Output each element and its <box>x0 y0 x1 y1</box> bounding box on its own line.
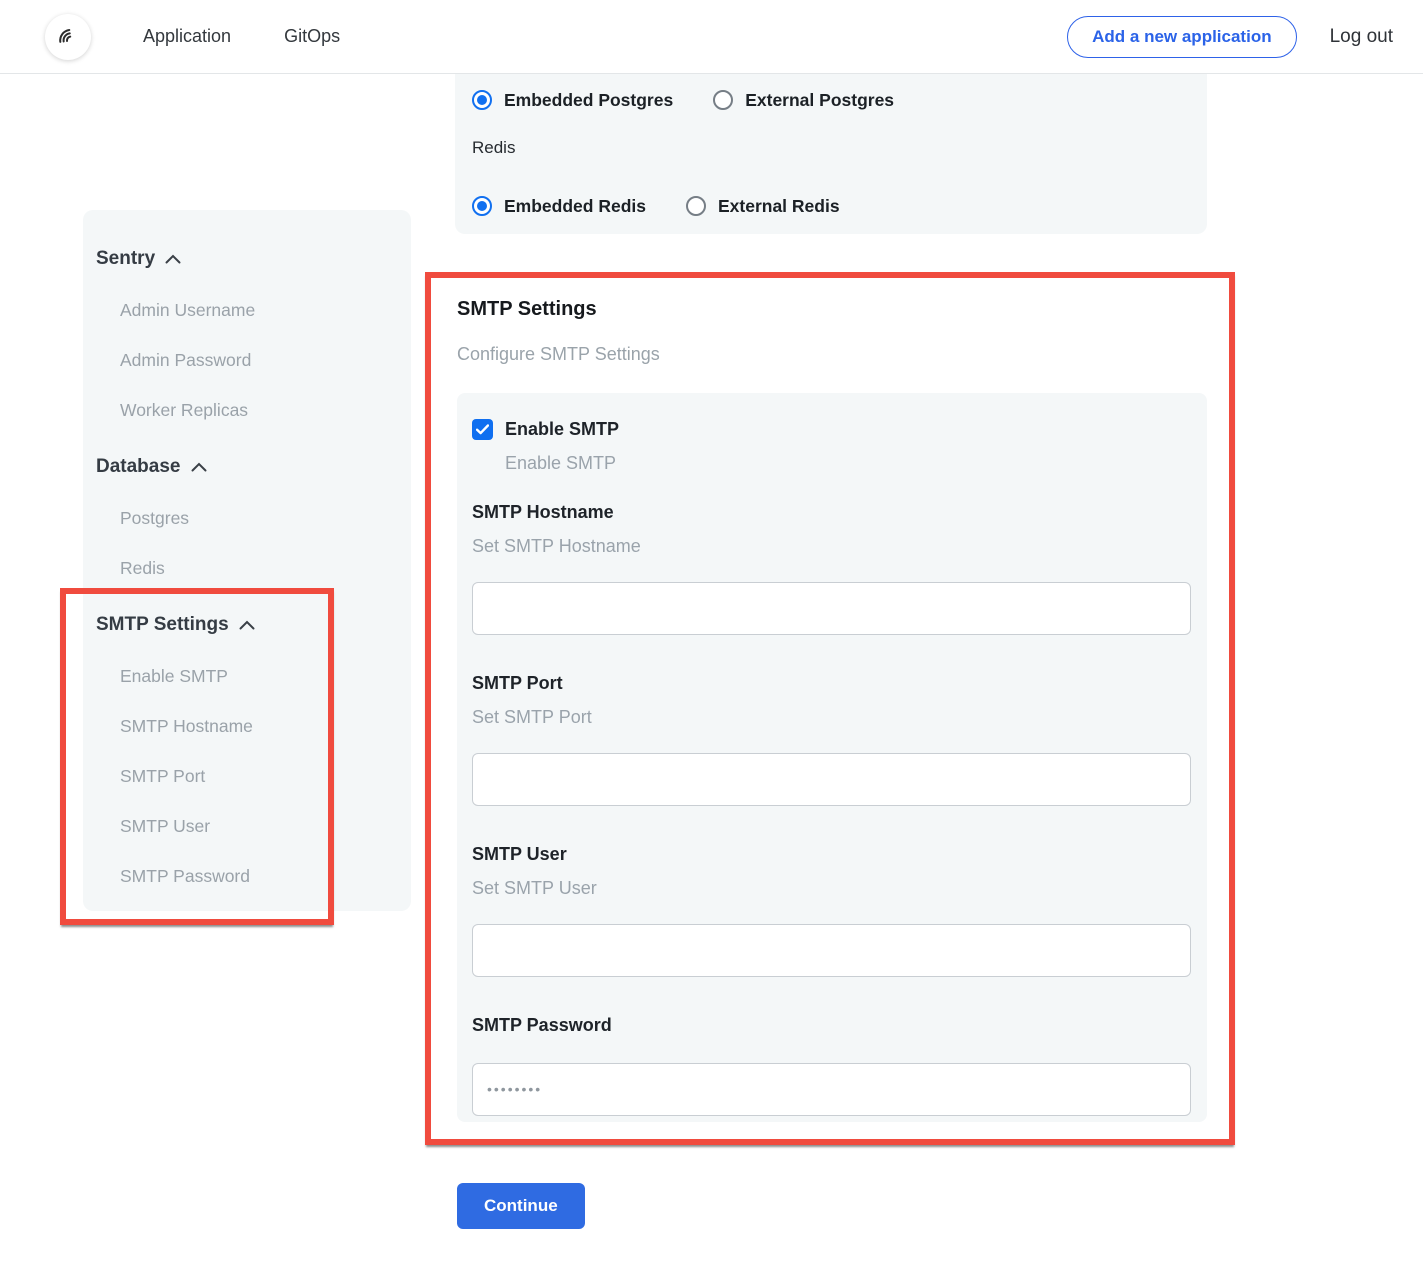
embedded-redis-radio[interactable] <box>472 196 492 216</box>
smtp-port-label: SMTP Port <box>472 673 1191 697</box>
redis-radio-row: Embedded Redis External Redis <box>472 194 1190 218</box>
smtp-user-input[interactable] <box>472 924 1191 977</box>
external-redis-label: External Redis <box>718 196 840 217</box>
sidebar-item-worker-replicas[interactable]: Worker Replicas <box>120 400 411 424</box>
sidebar-section-sentry-label: Sentry <box>96 248 155 270</box>
add-application-button[interactable]: Add a new application <box>1067 16 1296 58</box>
chevron-up-icon <box>165 254 181 264</box>
smtp-user-helper: Set SMTP User <box>472 878 1191 902</box>
sidebar-item-admin-username[interactable]: Admin Username <box>120 300 411 324</box>
sidebar-section-smtp-label: SMTP Settings <box>96 614 229 636</box>
sidebar-item-enable-smtp[interactable]: Enable SMTP <box>120 666 411 690</box>
smtp-hostname-label: SMTP Hostname <box>472 502 1191 526</box>
external-redis-radio[interactable] <box>686 196 706 216</box>
sidebar-item-postgres[interactable]: Postgres <box>120 508 411 532</box>
database-config-panel: Embedded Postgres External Postgres Redi… <box>455 74 1207 234</box>
smtp-user-label: SMTP User <box>472 844 1191 868</box>
sidebar-section-database-label: Database <box>96 456 181 478</box>
external-postgres-label: External Postgres <box>745 90 894 111</box>
embedded-postgres-radio[interactable] <box>472 90 492 110</box>
postgres-radio-row: Embedded Postgres External Postgres <box>472 88 1190 112</box>
embedded-postgres-label: Embedded Postgres <box>504 90 673 111</box>
smtp-password-input[interactable] <box>472 1063 1191 1116</box>
redis-group-label: Redis <box>472 136 1190 160</box>
checkmark-icon <box>476 424 489 435</box>
config-sidebar: Sentry Admin Username Admin Password Wor… <box>83 210 411 911</box>
sidebar-item-smtp-password[interactable]: SMTP Password <box>120 866 411 890</box>
sidebar-section-sentry[interactable]: Sentry <box>96 247 411 271</box>
sidebar-item-smtp-port[interactable]: SMTP Port <box>120 766 411 790</box>
smtp-settings-title: SMTP Settings <box>457 298 1229 322</box>
enable-smtp-checkbox[interactable] <box>472 419 493 440</box>
sidebar-section-smtp-settings[interactable]: SMTP Settings <box>96 613 411 637</box>
embedded-redis-label: Embedded Redis <box>504 196 646 217</box>
smtp-port-helper: Set SMTP Port <box>472 707 1191 731</box>
logout-button[interactable]: Log out <box>1330 26 1393 48</box>
smtp-settings-section: SMTP Settings Configure SMTP Settings En… <box>425 272 1235 1145</box>
smtp-form-panel: Enable SMTP Enable SMTP SMTP Hostname Se… <box>457 393 1207 1122</box>
external-postgres-radio[interactable] <box>713 90 733 110</box>
sidebar-item-smtp-hostname[interactable]: SMTP Hostname <box>120 716 411 740</box>
enable-smtp-row: Enable SMTP <box>472 419 1191 440</box>
sidebar-item-smtp-user[interactable]: SMTP User <box>120 816 411 840</box>
app-header: Application GitOps Add a new application… <box>0 0 1423 74</box>
smtp-hostname-input[interactable] <box>472 582 1191 635</box>
smtp-hostname-helper: Set SMTP Hostname <box>472 536 1191 560</box>
sidebar-section-database[interactable]: Database <box>96 455 411 479</box>
nav-application[interactable]: Application <box>143 26 231 47</box>
sidebar-item-redis[interactable]: Redis <box>120 558 411 582</box>
smtp-port-input[interactable] <box>472 753 1191 806</box>
nav-gitops[interactable]: GitOps <box>284 26 340 47</box>
chevron-up-icon <box>239 620 255 630</box>
chevron-up-icon <box>191 462 207 472</box>
enable-smtp-helper: Enable SMTP <box>505 453 1191 474</box>
enable-smtp-label: Enable SMTP <box>505 419 619 440</box>
sidebar-item-admin-password[interactable]: Admin Password <box>120 350 411 374</box>
sentry-logo-icon[interactable] <box>45 14 91 60</box>
smtp-settings-subtitle: Configure SMTP Settings <box>457 344 1229 368</box>
continue-button[interactable]: Continue <box>457 1183 585 1229</box>
smtp-password-label: SMTP Password <box>472 1015 1191 1039</box>
